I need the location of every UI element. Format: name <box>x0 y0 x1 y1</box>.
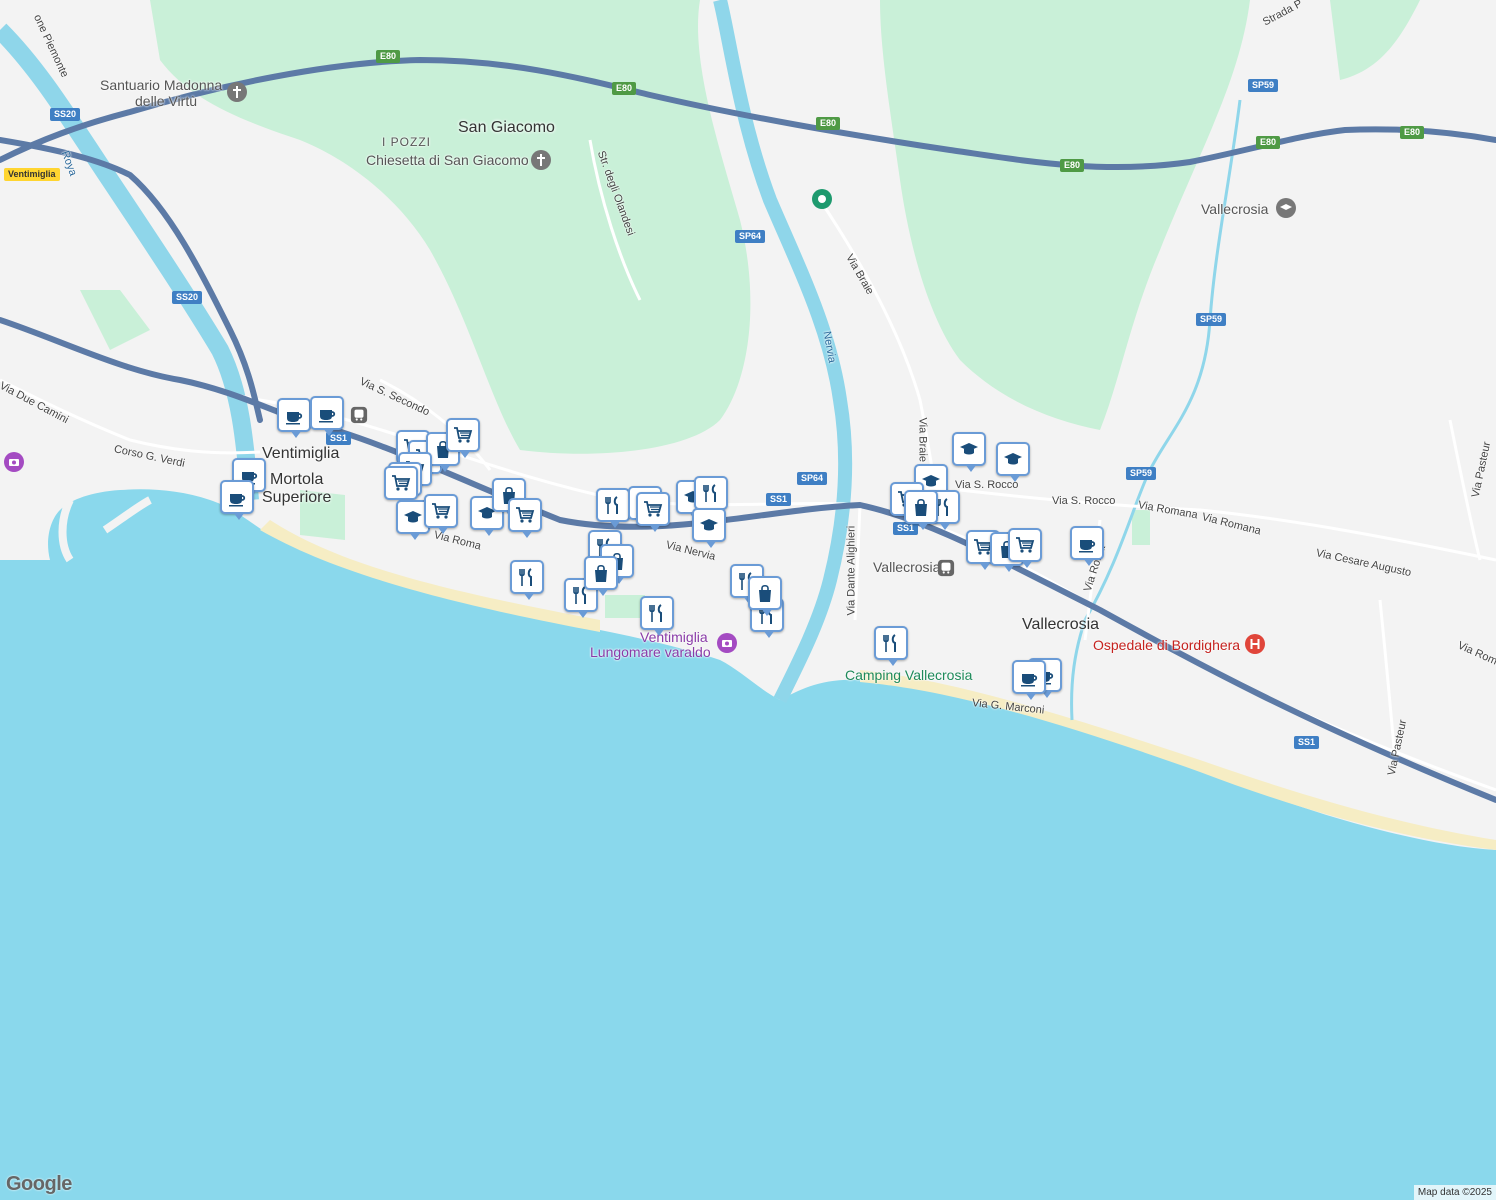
road-shield: SP64 <box>797 472 828 485</box>
road-shield: E80 <box>1256 136 1281 149</box>
shopping-marker[interactable] <box>384 466 418 506</box>
coffee-cup-icon <box>1021 674 1038 687</box>
train-station-icon[interactable] <box>350 406 368 424</box>
port <box>58 496 152 563</box>
cafe-marker[interactable] <box>277 398 311 438</box>
google-logo: Google <box>6 1173 72 1195</box>
road-shield: Ventimiglia <box>4 168 60 181</box>
road-shield: SP59 <box>1248 79 1279 92</box>
location-pin-icon[interactable] <box>811 188 833 210</box>
cafe-marker[interactable] <box>310 396 344 436</box>
road-shield: SS1 <box>1294 736 1320 749</box>
graduation-cap-icon <box>700 519 718 531</box>
shopping-marker[interactable] <box>584 556 618 596</box>
restaurant-marker[interactable] <box>510 560 544 600</box>
street-label: Via S. Rocco <box>1052 495 1116 507</box>
road-shield: E80 <box>816 117 841 130</box>
place-label-mortola: Mortola <box>270 471 324 488</box>
church-icon[interactable] <box>531 150 551 170</box>
coffee-cup-icon <box>1079 540 1096 553</box>
place-label-san-giacomo: San Giacomo <box>458 119 555 136</box>
shopping-marker[interactable] <box>748 576 782 616</box>
road-shield: E80 <box>1060 159 1085 172</box>
shopping-marker[interactable] <box>508 498 542 538</box>
place-label-ventimiglia: Ventimiglia <box>262 445 340 462</box>
cafe-marker[interactable] <box>220 480 254 520</box>
shopping-bag-icon <box>915 498 927 516</box>
school-marker[interactable] <box>952 432 986 472</box>
place-label-superiore: Superiore <box>262 489 332 506</box>
road-shield: SP59 <box>1196 313 1227 326</box>
park <box>605 595 645 618</box>
area-label-i-pozzi: I POZZI <box>382 135 431 149</box>
poi-camping-vallecrosia[interactable]: Camping Vallecrosia <box>845 668 972 682</box>
road-shield: E80 <box>612 82 637 95</box>
shopping-cart-icon <box>1016 537 1035 553</box>
shopping-cart-icon <box>516 507 535 523</box>
graduation-cap-icon <box>404 511 422 523</box>
shopping-marker[interactable] <box>904 490 938 530</box>
poi-delle-virtu[interactable]: delle Virtù <box>135 94 197 108</box>
poi-vallecrosia-school[interactable]: Vallecrosia <box>1201 202 1268 216</box>
poi-ventimiglia-lungomare[interactable]: Ventimiglia <box>640 630 708 644</box>
shopping-bag-icon <box>595 564 607 582</box>
shopping-cart-icon <box>432 503 451 519</box>
restaurant-marker[interactable] <box>694 476 728 516</box>
fork-knife-icon <box>519 568 532 586</box>
coffee-cup-icon <box>286 412 303 425</box>
camera-icon[interactable] <box>4 452 24 472</box>
place-label-vallecrosia: Vallecrosia <box>1022 616 1100 633</box>
school-marker[interactable] <box>692 508 726 548</box>
shopping-marker[interactable] <box>1008 528 1042 568</box>
street-label: Via Braie <box>916 417 929 462</box>
school-icon[interactable] <box>1276 198 1296 218</box>
camera-icon[interactable] <box>717 633 737 653</box>
street-label: Via Dante Alighieri <box>845 525 858 616</box>
poi-ospedale-bordighera[interactable]: Ospedale di Bordighera <box>1093 638 1240 652</box>
map-attribution[interactable]: Map data ©2025 <box>1413 1185 1496 1200</box>
fork-knife-icon <box>605 496 618 514</box>
poi-vallecrosia-station[interactable]: Vallecrosia <box>873 560 940 574</box>
shopping-marker[interactable] <box>424 494 458 534</box>
poi-chiesetta-san-giacomo[interactable]: Chiesetta di San Giacomo <box>366 153 529 167</box>
park <box>1132 510 1150 545</box>
fork-knife-icon <box>703 484 716 502</box>
road-shield: E80 <box>1400 126 1425 139</box>
poi-santuario-madonna[interactable]: Santuario Madonna <box>100 78 222 92</box>
coffee-cup-icon <box>319 410 336 423</box>
road-shield: E80 <box>376 50 401 63</box>
road-shield: SP59 <box>1126 467 1157 480</box>
restaurant-marker[interactable] <box>874 626 908 666</box>
shopping-cart-icon <box>644 501 663 517</box>
road-shield: SS1 <box>766 493 792 506</box>
shopping-bag-icon <box>759 584 771 602</box>
restaurant-marker[interactable] <box>640 596 674 636</box>
school-marker[interactable] <box>996 442 1030 482</box>
poi-lungomare-varaldo[interactable]: Lungomare varaldo <box>590 645 711 659</box>
shopping-cart-icon <box>454 427 473 443</box>
graduation-cap-icon <box>960 443 978 455</box>
church-icon[interactable] <box>227 82 247 102</box>
cafe-marker[interactable] <box>1070 526 1104 566</box>
train-station-icon[interactable] <box>937 559 955 577</box>
fork-knife-icon <box>883 634 896 652</box>
road-shield: SS20 <box>50 108 81 121</box>
graduation-cap-icon <box>1004 453 1022 465</box>
coffee-cup-icon <box>229 494 246 507</box>
hospital-icon[interactable] <box>1245 634 1265 654</box>
restaurant-marker[interactable] <box>596 488 630 528</box>
road-shield: SP64 <box>735 230 766 243</box>
shopping-cart-icon <box>392 475 411 491</box>
fork-knife-icon <box>649 604 662 622</box>
road-shield: SS20 <box>172 291 203 304</box>
cafe-marker[interactable] <box>1012 660 1046 700</box>
shopping-marker[interactable] <box>446 418 480 458</box>
shopping-marker[interactable] <box>636 492 670 532</box>
